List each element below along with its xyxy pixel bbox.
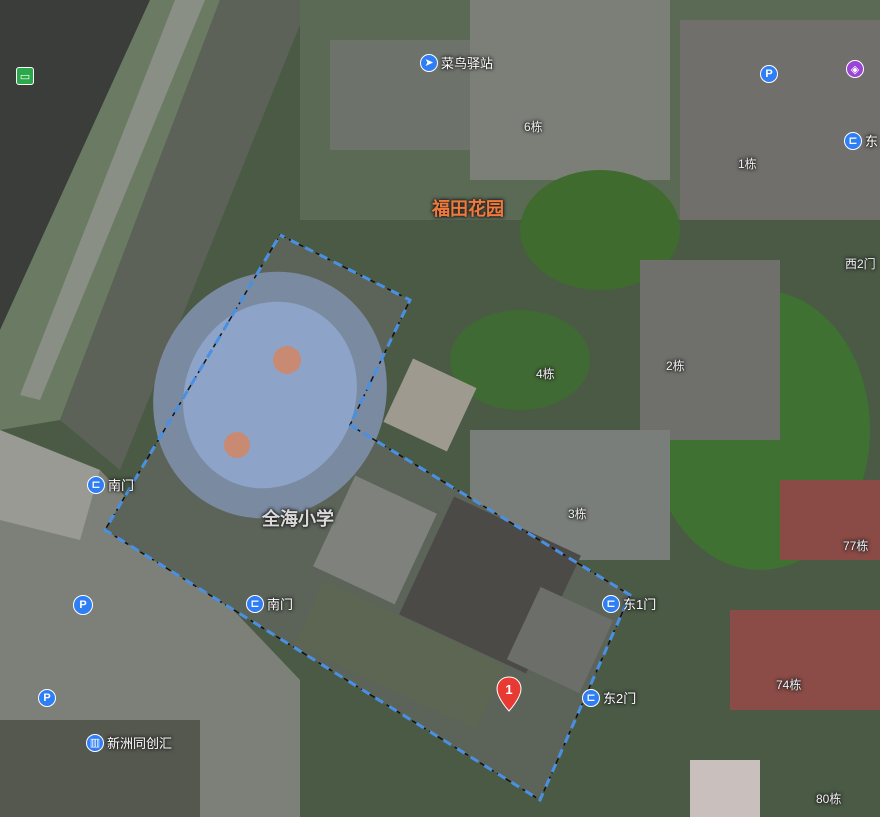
- parking-icon: P: [38, 689, 56, 707]
- red-roofs-74: [730, 610, 880, 710]
- poi-parking-bottom[interactable]: P: [38, 689, 56, 707]
- marker-number: 1: [505, 682, 512, 697]
- poi-bus-stop[interactable]: ▭: [16, 67, 34, 85]
- south-gate-2-label: 南门: [267, 597, 294, 612]
- school-name: 全海小学: [262, 509, 334, 529]
- court-spot-2: [224, 432, 250, 458]
- poi-east-gate-2[interactable]: ⊏ 东2门: [582, 688, 636, 707]
- building-label-1: 1栋: [738, 157, 757, 171]
- building-bottom-right: [690, 760, 760, 817]
- poi-south-gate-1[interactable]: ⊏ 南门: [87, 475, 134, 494]
- entrance-icon: ⊏: [87, 475, 105, 494]
- poi-east-gate-1[interactable]: ⊏ 东1门: [602, 594, 656, 613]
- building-label-2: 2栋: [666, 359, 685, 373]
- building-label-4: 4栋: [536, 367, 555, 381]
- parking-icon: P: [760, 65, 778, 83]
- building-label-77: 77栋: [843, 539, 869, 553]
- poi-xinzhou[interactable]: ▥ 新洲同创汇: [86, 733, 172, 752]
- building-label-6: 6栋: [524, 120, 543, 134]
- building-block-2: [470, 0, 670, 180]
- east-gate-1-label: 东1门: [623, 597, 657, 612]
- location-marker-icon[interactable]: 1: [496, 676, 522, 712]
- building-label-74: 74栋: [776, 678, 802, 692]
- poi-south-gate-2[interactable]: ⊏ 南门: [246, 594, 293, 613]
- building-label-3: 3栋: [568, 507, 587, 521]
- office-building-icon: ▥: [86, 733, 104, 752]
- east-gate-2-label: 东2门: [603, 691, 637, 706]
- entrance-icon: ⊏: [582, 688, 600, 707]
- poi-parking-top[interactable]: P: [760, 65, 778, 83]
- poi-cainiao[interactable]: ➤ 菜鸟驿站: [420, 53, 493, 72]
- poi-cainiao-label: 菜鸟驿站: [441, 56, 494, 71]
- poi-east-top-label: 东: [865, 134, 879, 149]
- building-block-3: [680, 20, 880, 220]
- south-gate-1-label: 南门: [108, 478, 135, 493]
- building-label-80: 80栋: [816, 792, 842, 806]
- gate-label-west-2: 西2门: [845, 257, 876, 271]
- bus-stop-icon: ▭: [16, 67, 34, 85]
- building-block-2dong: [640, 260, 780, 440]
- poi-xinzhou-label: 新洲同创汇: [107, 736, 173, 751]
- entrance-icon: ⊏: [246, 594, 264, 613]
- estate-name: 福田花园: [432, 199, 504, 219]
- delivery-icon: ➤: [420, 53, 438, 72]
- poi-mall-top[interactable]: ◈: [846, 60, 864, 78]
- court-spot-1: [273, 346, 301, 374]
- poi-parking-left[interactable]: P: [73, 595, 93, 615]
- entrance-icon: ⊏: [602, 594, 620, 613]
- entrance-icon: ⊏: [844, 131, 862, 150]
- satellite-map[interactable]: [0, 0, 880, 817]
- mall-icon: ◈: [846, 60, 864, 78]
- parking-icon: P: [73, 595, 93, 615]
- poi-east-top[interactable]: ⊏ 东: [844, 131, 878, 150]
